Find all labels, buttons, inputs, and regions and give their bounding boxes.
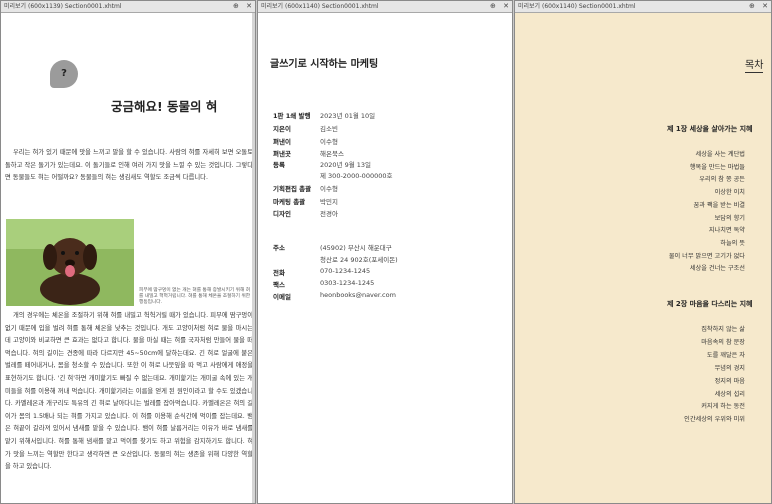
close-icon[interactable]: ✕: [246, 2, 252, 10]
photo-caption: 피부에 땀구멍이 없는 개는 혀를 통해 증발시키기 위해 혀를 내밀고 헉헉거…: [139, 288, 251, 305]
vertical-scrollbar[interactable]: [252, 13, 255, 503]
toc-item[interactable]: 물이 너무 맑으면 고기가 없다: [515, 251, 745, 260]
colophon-row: 1판 1쇄 발행 2023년 01월 10일: [273, 110, 375, 120]
colophon-row: 주소 (45902) 부산시 해운대구: [273, 242, 392, 252]
chapter-1-title: 제 1장 세상을 살아가는 지혜: [667, 125, 753, 133]
row-value: 해온북스: [320, 150, 344, 158]
toc-item[interactable]: 이상한 이치: [515, 187, 745, 196]
toc-item[interactable]: 인간세상의 우위와 미위: [515, 414, 745, 423]
colophon-row: 등록 2020년 9월 13일: [273, 159, 371, 169]
row-key: 펴낸곳: [273, 150, 291, 158]
row-value: 이수형: [320, 138, 338, 146]
pin-icon[interactable]: ⊕: [749, 2, 755, 10]
colophon-row: 청산로 24 902호(포세이돈): [273, 254, 398, 264]
colophon-row: 팩스 0303-1234-1245: [273, 279, 374, 289]
row-value: 070-1234-1245: [320, 267, 371, 275]
row-value: heonbooks@naver.com: [320, 291, 396, 299]
toc-item[interactable]: 세상을 건너는 구조선: [515, 263, 745, 272]
pane-title-bar: 미리보기 (600x1140) Section0001.xhtml ⊕ ✕: [515, 1, 771, 13]
colophon-row: 펴낸곳 해온북스: [273, 148, 344, 158]
row-key: 등록: [273, 161, 285, 169]
puppy-photo: [6, 219, 134, 306]
colophon-row: 전화 070-1234-1245: [273, 267, 370, 277]
row-key: 이메일: [273, 293, 291, 301]
close-icon[interactable]: ✕: [503, 2, 509, 10]
pane-content: 목차 제 1장 세상을 살아가는 지혜 세상을 사는 계단법행복을 만드는 마법…: [515, 13, 771, 503]
row-value: 박민지: [320, 198, 338, 206]
toc-item[interactable]: 우리의 참 쫑 공든: [515, 174, 745, 183]
pane-content: 글쓰기로 시작하는 마케팅 1판 1쇄 발행 2023년 01월 10일 지은이 김…: [258, 13, 512, 503]
toc-item[interactable]: 마음속의 참 문장: [515, 337, 745, 346]
row-key: 기획편집 총괄: [273, 185, 312, 193]
toc-item[interactable]: 커지게 하는 동전: [515, 401, 745, 410]
row-value: 전경아: [320, 210, 338, 218]
pin-icon[interactable]: ⊕: [233, 2, 239, 10]
row-key: 펴낸이: [273, 138, 291, 146]
toc-title: 목차: [745, 60, 764, 73]
row-key: 팩스: [273, 281, 285, 289]
pane-title: 미리보기 (600x1140) Section0001.xhtml: [261, 3, 379, 10]
preview-pane-3: 미리보기 (600x1140) Section0001.xhtml ⊕ ✕ 목차…: [514, 0, 772, 504]
toc-item[interactable]: 세상의 섭리: [515, 389, 745, 398]
pane-title: 미리보기 (600x1139) Section0001.xhtml: [4, 3, 122, 10]
toc-item[interactable]: 지나치면 독약: [515, 225, 745, 234]
colophon-row: 이메일 heonbooks@naver.com: [273, 291, 396, 301]
row-key: [273, 254, 320, 264]
page-heading: 궁금해요! 동물의 혀: [111, 99, 218, 114]
colophon-row: 지은이 김소빈: [273, 123, 338, 133]
row-value: 2020년 9월 13일: [320, 161, 372, 169]
row-value: 김소빈: [320, 125, 338, 133]
row-key: 마케팅 총괄: [273, 198, 306, 206]
book-title: 글쓰기로 시작하는 마케팅: [270, 59, 379, 70]
row-key: [273, 170, 320, 180]
colophon-row: 디자인 전경아: [273, 208, 338, 218]
close-icon[interactable]: ✕: [762, 2, 768, 10]
row-value: 0303-1234-1245: [320, 279, 375, 287]
toc-item[interactable]: 행복을 만드는 마법들: [515, 162, 745, 171]
row-value: 2023년 01월 10일: [320, 112, 376, 120]
preview-pane-1: 미리보기 (600x1139) Section0001.xhtml ⊕ ✕ ? …: [0, 0, 256, 504]
toc-item[interactable]: 세상을 사는 계단법: [515, 149, 745, 158]
pane-content: ? 궁금해요! 동물의 혀 우리는 혀가 있기 때문에 맛을 느끼고 말을 할 …: [1, 13, 255, 503]
toc-item[interactable]: 집착하지 않는 삶: [515, 324, 745, 333]
row-value: (45902) 부산시 해운대구: [320, 244, 392, 252]
pane-title-bar: 미리보기 (600x1140) Section0001.xhtml ⊕ ✕: [258, 1, 512, 13]
row-value: 제 300-2000-000000호: [320, 172, 393, 180]
question-bubble-icon: ?: [50, 60, 78, 88]
body-paragraph: 개의 경우에는 체온을 조절하기 위해 혀를 내밀고 헉헉거릴 때가 있습니다.…: [5, 312, 253, 471]
row-key: 주소: [273, 244, 285, 252]
row-key: 전화: [273, 269, 285, 277]
toc-item[interactable]: 도를 깨달은 자: [515, 350, 745, 359]
pane-title: 미리보기 (600x1140) Section0001.xhtml: [518, 3, 636, 10]
chapter-2-title: 제 2장 마음을 다스리는 지혜: [667, 300, 753, 308]
preview-pane-2: 미리보기 (600x1140) Section0001.xhtml ⊕ ✕ 글쓰…: [257, 0, 513, 504]
colophon-row: 기획편집 총괄 이수형: [273, 183, 338, 193]
pin-icon[interactable]: ⊕: [490, 2, 496, 10]
pane-title-bar: 미리보기 (600x1139) Section0001.xhtml ⊕ ✕: [1, 1, 255, 13]
row-value: 이수형: [320, 185, 338, 193]
row-key: 지은이: [273, 125, 291, 133]
toc-item[interactable]: 보답의 향기: [515, 213, 745, 222]
toc-item[interactable]: 무념의 경지: [515, 363, 745, 372]
colophon-row: 마케팅 총괄 박민지: [273, 196, 338, 206]
intro-paragraph: 우리는 혀가 있기 때문에 맛을 느끼고 말을 할 수 있습니다. 사람의 혀를…: [5, 149, 253, 182]
row-key: 1판 1쇄 발행: [273, 112, 311, 120]
toc-item[interactable]: 하늘의 뜻: [515, 238, 745, 247]
colophon-row: 제 300-2000-000000호: [273, 170, 392, 180]
row-value: 청산로 24 902호(포세이돈): [320, 256, 398, 264]
toc-item[interactable]: 정지의 마음: [515, 376, 745, 385]
colophon-row: 펴낸이 이수형: [273, 136, 338, 146]
toc-item[interactable]: 꿈과 쾍을 받는 비결: [515, 200, 745, 209]
row-key: 디자인: [273, 210, 291, 218]
